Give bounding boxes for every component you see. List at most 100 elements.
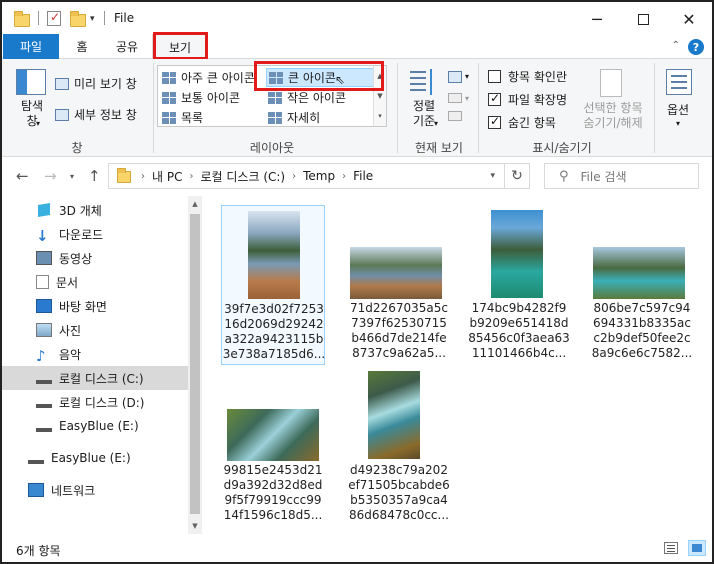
item-count: 6개 항목 — [16, 544, 61, 558]
network-icon — [28, 483, 44, 497]
hidden-items-toggle[interactable]: 숨긴 항목 — [488, 114, 556, 131]
nav-item-videos[interactable]: 동영상 — [36, 247, 92, 269]
size-columns-icon[interactable] — [448, 111, 462, 121]
layout-extra-large-icons[interactable]: 아주 큰 아이콘 — [162, 69, 255, 86]
maximize-button[interactable] — [620, 6, 666, 32]
image-thumbnail — [227, 409, 319, 461]
details-pane-icon — [55, 108, 69, 121]
add-columns-icon[interactable] — [448, 93, 462, 103]
address-dropdown-icon[interactable]: ▾ — [490, 171, 495, 181]
nav-item-local-disk-c[interactable]: 로컬 디스크 (C:) — [2, 366, 188, 390]
customize-toolbar-icon[interactable]: ▾ — [90, 14, 95, 24]
highlight-box-view-tab — [153, 32, 208, 60]
checkbox-label: 파일 확장명 — [508, 93, 568, 107]
breadcrumb-file[interactable]: File — [353, 169, 373, 183]
back-button[interactable]: ← — [16, 167, 29, 185]
options-button[interactable]: 옵션 — [667, 101, 689, 118]
chevron-right-icon[interactable]: › — [292, 171, 296, 182]
file-item[interactable]: 39f7e3d02f7253 16d2069d29242 a322a942311… — [221, 205, 325, 365]
file-list: 39f7e3d02f7253 16d2069d29242 a322a942311… — [202, 196, 712, 536]
nav-pane-button[interactable]: 탐색 창 — [16, 99, 48, 129]
new-folder-icon[interactable] — [70, 11, 86, 27]
nav-item-documents[interactable]: 문서 — [36, 271, 78, 293]
layout-medium-icons[interactable]: 보통 아이콘 — [162, 89, 240, 106]
image-thumbnail — [491, 210, 543, 298]
scroll-up-icon[interactable]: ▲ — [188, 196, 202, 212]
title-bar: ▾ File ─ ✕ — [2, 2, 712, 34]
help-icon[interactable]: ? — [688, 39, 704, 55]
file-item[interactable]: 806be7c597c94 694331b8335ac c2b9def50fee… — [590, 205, 694, 365]
address-bar[interactable]: › 내 PC › 로컬 디스크 (C:) › Temp › File ▾ ↻ — [108, 163, 530, 189]
item-checkboxes-toggle[interactable]: 항목 확인란 — [488, 68, 567, 85]
nav-label: 로컬 디스크 (C:) — [59, 371, 144, 386]
close-button[interactable]: ✕ — [666, 6, 712, 32]
nav-item-3d-objects[interactable]: 3D 개체 — [36, 199, 102, 221]
preview-pane-button[interactable]: 미리 보기 창 — [55, 75, 137, 92]
file-item[interactable]: d49238c79a202 ef71505bcabde6 b5350357a9c… — [347, 371, 451, 531]
search-placeholder: File 검색 — [580, 169, 627, 184]
chevron-down-icon[interactable]: ▾ — [465, 72, 469, 81]
chevron-right-icon[interactable]: › — [141, 171, 145, 182]
checkbox-file-extensions[interactable] — [488, 91, 501, 106]
expand-icon[interactable]: ▾ — [374, 106, 386, 126]
status-bar: 6개 항목 — [2, 536, 712, 562]
tab-file[interactable]: 파일 — [3, 34, 59, 59]
scroll-down-icon[interactable]: ▼ — [188, 518, 202, 534]
nav-label: 문서 — [56, 275, 79, 290]
nav-item-pictures[interactable]: 사진 — [36, 319, 81, 341]
file-item[interactable]: 71d2267035a5c 7397f62530715 b466d7de214f… — [347, 205, 451, 365]
file-name: 174bc9b4282f9 b9209e651418d 85456c0f3aea… — [468, 301, 570, 360]
nav-item-music[interactable]: ♪ 음악 — [36, 343, 81, 365]
forward-button[interactable]: → — [44, 167, 57, 185]
large-icons-view-icon[interactable] — [688, 540, 706, 556]
details-pane-button[interactable]: 세부 정보 창 — [55, 106, 137, 123]
options-icon[interactable] — [666, 69, 692, 95]
checkbox-hidden-items[interactable] — [488, 114, 501, 129]
image-thumbnail — [368, 371, 420, 459]
file-item[interactable]: 99815e2453d21 d9a392d32d8ed 9f5f79919ccc… — [221, 371, 325, 531]
chevron-up-icon[interactable]: ⌃ — [672, 40, 680, 51]
drive-icon — [36, 400, 52, 408]
nav-item-easyblue-e[interactable]: EasyBlue (E:) — [36, 415, 139, 437]
nav-pane-icon[interactable] — [16, 69, 46, 95]
layout-list[interactable]: 목록 — [162, 109, 203, 126]
checkbox-item-checkboxes[interactable] — [488, 70, 501, 83]
breadcrumb-temp[interactable]: Temp — [303, 169, 335, 183]
refresh-button[interactable]: ↻ — [504, 164, 529, 188]
nav-item-local-disk-d[interactable]: 로컬 디스크 (D:) — [36, 391, 144, 413]
sort-by-icon[interactable] — [410, 69, 436, 97]
chevron-down-icon[interactable]: ▾ — [36, 119, 40, 128]
chevron-down-icon[interactable]: ▾ — [434, 119, 438, 128]
details-view-icon[interactable] — [664, 542, 678, 554]
search-box[interactable]: ⚲ File 검색 — [544, 163, 699, 189]
minimize-button[interactable]: ─ — [574, 6, 620, 32]
nav-item-network[interactable]: 네트워크 — [28, 479, 95, 501]
breadcrumb-local-disk-c[interactable]: 로컬 디스크 (C:) — [200, 168, 285, 185]
tab-home[interactable]: 홈 — [62, 34, 102, 59]
file-extensions-toggle[interactable]: 파일 확장명 — [488, 91, 567, 108]
highlight-box-large-icons — [254, 61, 384, 91]
chevron-right-icon[interactable]: › — [342, 171, 346, 182]
recent-locations-button[interactable]: ▾ — [70, 172, 74, 181]
chevron-down-icon[interactable]: ▾ — [676, 119, 680, 128]
nav-label: EasyBlue (E:) — [51, 451, 131, 465]
properties-icon[interactable] — [47, 10, 61, 26]
details-icon — [268, 111, 282, 124]
group-by-icon[interactable] — [448, 71, 462, 83]
nav-scrollbar[interactable]: ▲ ▼ — [188, 196, 202, 534]
image-thumbnail — [593, 247, 685, 299]
file-item[interactable]: 174bc9b4282f9 b9209e651418d 85456c0f3aea… — [467, 205, 571, 365]
layout-details[interactable]: 자세히 — [268, 109, 320, 126]
chevron-right-icon[interactable]: › — [189, 171, 193, 182]
nav-item-downloads[interactable]: ↓ 다운로드 — [36, 223, 103, 245]
nav-item-easyblue-e-root[interactable]: EasyBlue (E:) — [28, 447, 131, 469]
nav-item-desktop[interactable]: 바탕 화면 — [36, 295, 107, 317]
layout-label: 보통 아이콘 — [181, 91, 241, 105]
breadcrumb-this-pc[interactable]: 내 PC — [152, 168, 182, 185]
layout-small-icons[interactable]: 작은 아이콘 — [268, 89, 346, 106]
nav-label: 로컬 디스크 (D:) — [59, 395, 145, 410]
scroll-thumb[interactable] — [190, 214, 200, 514]
tab-share[interactable]: 공유 — [106, 34, 148, 59]
3d-objects-icon — [36, 202, 52, 218]
up-button[interactable]: ↑ — [88, 167, 101, 185]
